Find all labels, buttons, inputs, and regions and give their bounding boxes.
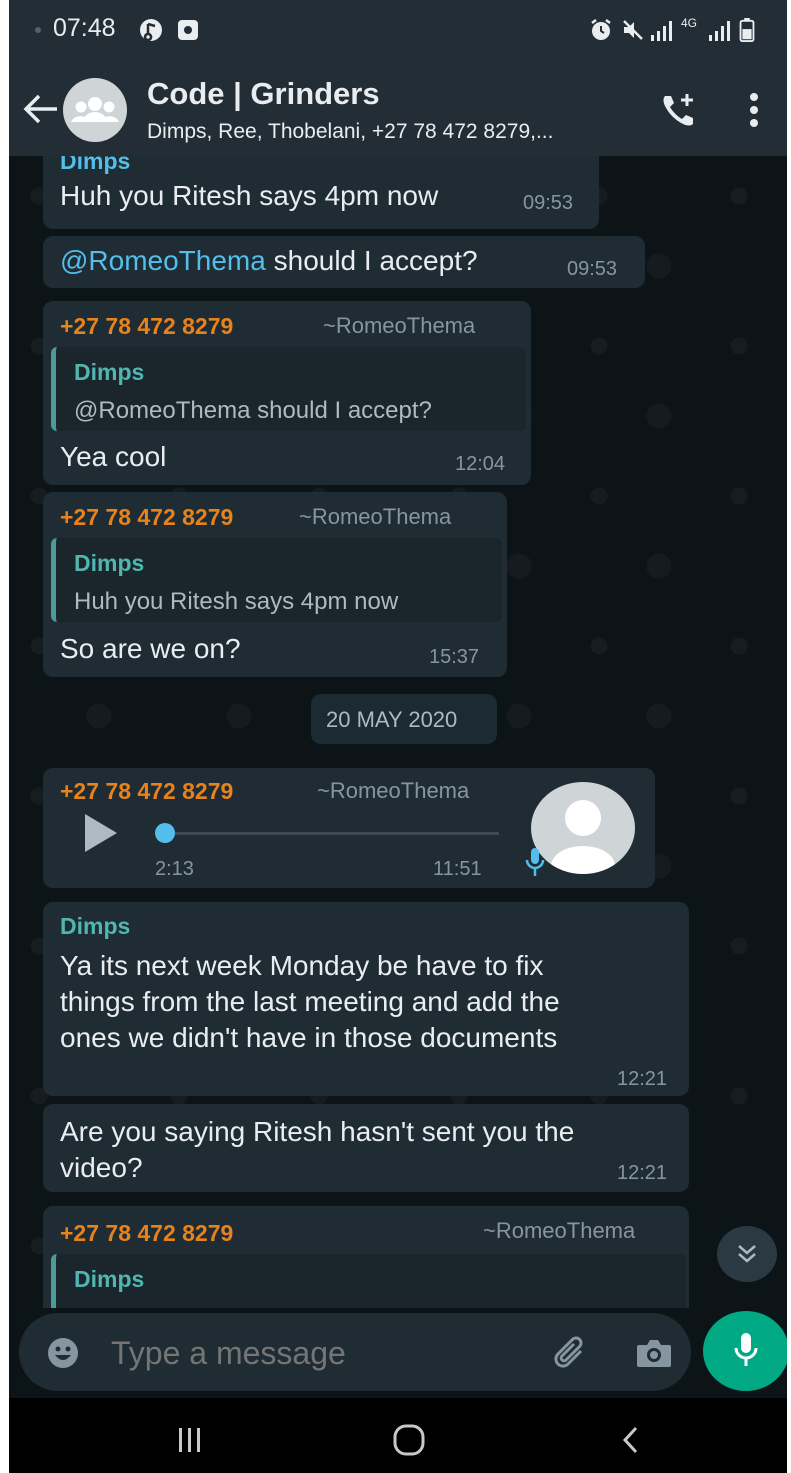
message-sender: +27 78 472 8279 (60, 504, 234, 530)
message-push-name: ~RomeoThema (299, 504, 452, 529)
message-text-body: should I accept? (265, 245, 478, 276)
message-text: Yea cool (60, 441, 167, 472)
message-sender: +27 78 472 8279 (60, 778, 234, 804)
scroll-to-bottom-button[interactable] (717, 1226, 777, 1282)
quoted-sender: Dimps (74, 359, 145, 385)
message-bubble[interactable]: +27 78 472 8279 ~RomeoThema Dimps @Romeo… (43, 301, 531, 485)
message-time: 12:21 (617, 1068, 668, 1090)
message-text: Huh you Ritesh says 4pm now (60, 180, 439, 211)
quoted-text: @RomeoThema should I accept? (74, 397, 432, 424)
message-time: 09:53 (523, 192, 574, 214)
quoted-text: Huh you Ritesh says 4pm now (74, 588, 399, 615)
message-sender: +27 78 472 8279 (60, 1220, 234, 1246)
alarm-icon (591, 19, 611, 40)
signal-icon-2 (709, 21, 730, 41)
message-bubble[interactable]: +27 78 472 8279 ~RomeoThema Dimps Huh yo… (43, 492, 507, 677)
mention-link[interactable]: @RomeoThema (60, 245, 266, 276)
message-time: 11:51 (433, 858, 482, 880)
mute-icon (623, 20, 643, 40)
message-text-line: Ya its next week Monday be have to fix (60, 950, 544, 981)
message-bubble[interactable]: +27 78 472 8279 ~RomeoThema Dimps (43, 1206, 689, 1308)
camera-icon[interactable] (635, 1337, 673, 1369)
message-sender: +27 78 472 8279 (60, 313, 234, 339)
message-sender: Dimps (60, 913, 131, 939)
message-bubble[interactable]: Dimps Huh you Ritesh says 4pm now 09:53 (43, 156, 599, 229)
group-title[interactable]: Code | Grinders (147, 76, 380, 112)
quoted-sender: Dimps (74, 1266, 145, 1292)
sender-avatar (531, 782, 635, 874)
phone-screen: 07:48 4G Code | Grinders Dimps, Ree, Tho… (9, 0, 787, 1473)
message-composer (19, 1313, 691, 1391)
message-push-name: ~RomeoThema (317, 778, 470, 803)
notification-icon (140, 19, 162, 42)
home-icon[interactable] (393, 1424, 425, 1456)
message-text: So are we on? (60, 633, 241, 664)
voice-duration: 2:13 (155, 858, 194, 880)
network-type: 4G (681, 16, 698, 30)
chat-header: Code | Grinders Dimps, Ree, Thobelani, +… (9, 62, 787, 156)
screenshot-icon (178, 20, 198, 40)
emoji-icon[interactable] (47, 1337, 79, 1369)
message-text-line: ones we didn't have in those documents (60, 1022, 558, 1053)
group-participants[interactable]: Dimps, Ree, Thobelani, +27 78 472 8279,.… (147, 120, 553, 144)
message-text: @RomeoThema should I accept? (60, 245, 478, 277)
status-bar: 07:48 4G (9, 0, 787, 62)
back-arrow-icon[interactable] (23, 92, 59, 126)
status-dot (35, 27, 41, 33)
recent-apps-icon[interactable] (177, 1428, 203, 1452)
message-sender: Dimps (60, 156, 131, 174)
more-options-icon[interactable] (749, 92, 759, 128)
audio-track[interactable] (155, 832, 499, 835)
message-time: 09:53 (567, 258, 618, 280)
group-icon (71, 97, 119, 122)
add-call-icon[interactable] (659, 92, 697, 130)
message-time: 12:21 (617, 1162, 668, 1184)
quoted-message[interactable]: Dimps (51, 1254, 686, 1308)
quoted-message[interactable]: Dimps @RomeoThema should I accept? (51, 347, 526, 431)
chat-messages[interactable]: Dimps Huh you Ritesh says 4pm now 09:53 … (9, 156, 787, 1308)
message-text-line: Are you saying Ritesh hasn't sent you th… (60, 1116, 575, 1147)
message-text-line: video? (60, 1152, 143, 1183)
group-avatar[interactable] (63, 78, 127, 142)
play-icon[interactable] (83, 812, 119, 854)
voice-record-button[interactable] (703, 1311, 787, 1391)
message-text-line: things from the last meeting and add the (60, 986, 560, 1017)
default-avatar-icon (551, 800, 615, 874)
quoted-sender: Dimps (74, 550, 145, 576)
signal-icon-1 (651, 21, 672, 41)
voice-message-bubble[interactable]: +27 78 472 8279 ~RomeoThema 2:13 11:51 (43, 768, 655, 888)
audio-progress-knob[interactable] (155, 823, 175, 843)
attach-icon[interactable] (551, 1333, 591, 1373)
date-chip-text: 20 MAY 2020 (326, 707, 458, 732)
message-bubble[interactable]: @RomeoThema should I accept? 09:53 (43, 236, 645, 288)
system-nav-bar (9, 1398, 787, 1473)
back-icon[interactable] (621, 1426, 639, 1454)
microphone-icon (734, 1333, 758, 1366)
message-push-name: ~RomeoThema (483, 1218, 636, 1243)
battery-icon (739, 18, 755, 42)
message-bubble[interactable]: Dimps Ya its next week Monday be have to… (43, 902, 689, 1096)
double-chevron-down-icon (738, 1245, 756, 1263)
voice-mic-icon (525, 848, 545, 876)
date-chip: 20 MAY 2020 (311, 694, 497, 744)
message-time: 15:37 (429, 646, 480, 668)
quoted-message[interactable]: Dimps Huh you Ritesh says 4pm now (51, 538, 502, 622)
message-bubble[interactable]: Are you saying Ritesh hasn't sent you th… (43, 1104, 689, 1192)
message-input[interactable] (109, 1327, 513, 1379)
message-time: 12:04 (455, 453, 506, 475)
status-time: 07:48 (53, 14, 116, 42)
message-push-name: ~RomeoThema (323, 313, 476, 338)
